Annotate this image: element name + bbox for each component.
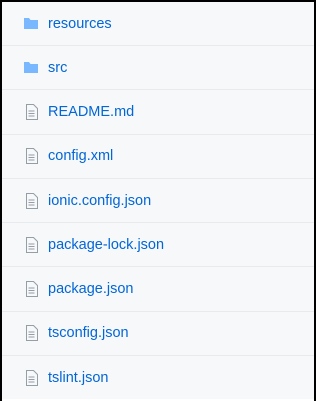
list-item-tsconfig[interactable]: tsconfig.json [2,310,314,356]
folder-icon [23,16,39,32]
file-text-icon [23,103,39,120]
list-item-tslint[interactable]: tslint.json [2,355,314,400]
file-list: resources src README.md config.xml ionic [2,2,314,400]
file-name[interactable]: config.xml [48,148,113,164]
list-item-src[interactable]: src [2,45,314,90]
folder-icon [23,60,39,76]
list-item-package-json[interactable]: package.json [2,266,314,311]
file-name[interactable]: README.md [48,104,134,120]
file-name[interactable]: resources [48,16,112,32]
list-item-resources[interactable]: resources [2,2,314,45]
file-name[interactable]: src [48,60,67,76]
file-name[interactable]: package-lock.json [48,237,164,253]
list-item-config-xml[interactable]: config.xml [2,133,314,178]
file-name[interactable]: tslint.json [48,370,108,386]
file-name[interactable]: tsconfig.json [48,325,129,341]
file-text-icon [23,192,39,209]
file-name[interactable]: ionic.config.json [48,193,151,209]
list-item-ionic-config[interactable]: ionic.config.json [2,177,314,223]
file-name[interactable]: package.json [48,281,133,297]
file-text-icon [23,148,39,165]
file-browser-panel: resources src README.md config.xml ionic [0,0,316,401]
list-item-package-lock[interactable]: package-lock.json [2,222,314,267]
file-text-icon [23,236,39,253]
file-text-icon [23,369,39,386]
file-text-icon [23,325,39,342]
list-item-readme[interactable]: README.md [2,89,314,134]
file-text-icon [23,281,39,298]
